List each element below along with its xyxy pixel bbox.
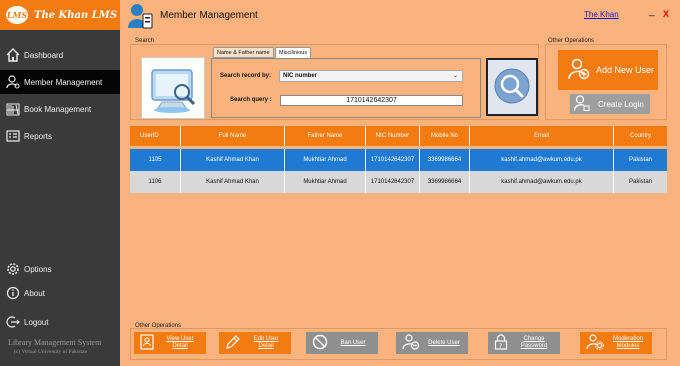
computer-search-illustration xyxy=(141,57,205,119)
member-management-icon xyxy=(128,2,154,30)
magnifier-icon xyxy=(492,66,532,108)
change-password-label-2: Password xyxy=(520,343,548,349)
logo-text: The Khan LMS xyxy=(34,9,118,21)
sidebar-item-label: Logout xyxy=(24,317,49,327)
ban-user-button[interactable]: Ban User xyxy=(306,332,378,354)
current-user-link[interactable]: The Khan xyxy=(584,10,619,19)
add-new-user-button[interactable]: Add New User xyxy=(558,50,658,90)
close-button[interactable]: X xyxy=(663,9,669,19)
moderation-label-2: Modules xyxy=(616,343,640,349)
view-user-label-2: Detail xyxy=(172,343,188,349)
column-header[interactable]: Father Name xyxy=(285,126,366,146)
logo-badge: LMS xyxy=(6,6,28,24)
sidebar: LMS The Khan LMS Dashboard Member Manage… xyxy=(0,0,120,366)
table-cell: Mukhtiar Ahmad xyxy=(285,149,366,171)
table-header: UserID Full Name Father Name NIC Number … xyxy=(130,126,667,146)
svg-text:?: ? xyxy=(499,343,502,350)
table-cell: 1105 xyxy=(130,149,181,171)
table-cell: Pakistan xyxy=(628,179,652,185)
sidebar-item-label: Book Management xyxy=(24,104,92,114)
table-cell: 3369986664 xyxy=(420,149,470,171)
minimize-button[interactable]: _ xyxy=(649,6,655,17)
sidebar-item-about[interactable]: About xyxy=(0,281,120,305)
view-user-label-1: View User xyxy=(166,336,194,342)
search-record-by-value: NIC number xyxy=(283,73,318,79)
add-new-user-label: Add New User xyxy=(596,65,655,75)
table-row[interactable]: 1106 Kashif Ahmad Khan Mukhtiar Ahmad 17… xyxy=(130,171,667,193)
sidebar-item-label: Member Management xyxy=(24,77,103,87)
search-record-by-label: Search record by: xyxy=(220,73,272,79)
table-cell: Kashif Ahmad Khan xyxy=(181,171,285,193)
lock-icon: ? xyxy=(494,334,508,352)
sidebar-item-reports[interactable]: Reports xyxy=(0,124,120,148)
sidebar-item-member-management[interactable]: Member Management xyxy=(0,70,120,94)
sidebar-item-label: Reports xyxy=(24,131,53,141)
column-header[interactable]: Full Name xyxy=(181,126,285,146)
edit-user-label-1: Edit User xyxy=(253,336,279,342)
table-cell: kashif.ahmad@awkum.edu.pk xyxy=(470,171,614,193)
sidebar-item-label: About xyxy=(24,288,45,298)
table-cell: Mukhtiar Ahmad xyxy=(285,171,366,193)
add-user-icon xyxy=(568,58,590,82)
column-header[interactable]: UserID xyxy=(130,126,181,146)
change-password-label-1: Change xyxy=(523,336,545,342)
user-lock-icon xyxy=(573,95,590,113)
chevron-down-icon: ⌄ xyxy=(452,73,458,79)
sidebar-item-book-management[interactable]: Book Management xyxy=(0,97,120,121)
sidebar-item-logout[interactable]: Logout xyxy=(0,310,120,334)
user-gear-icon xyxy=(6,75,20,89)
search-query-label: Search query : xyxy=(230,97,272,103)
bookshelf-icon xyxy=(6,102,20,116)
sidebar-item-label: Dashboard xyxy=(24,50,64,60)
search-button[interactable] xyxy=(486,58,538,116)
user-settings-icon xyxy=(586,334,604,352)
column-header[interactable]: Country xyxy=(614,126,667,146)
table-cell: 1710142642307 xyxy=(366,171,420,193)
ban-user-label: Ban User xyxy=(340,339,366,346)
app-logo: LMS The Khan LMS xyxy=(0,0,120,30)
sidebar-footer: Library Management System (c) Virtual Un… xyxy=(8,338,118,355)
moderation-modules-button[interactable]: Moderation Modules xyxy=(580,332,652,354)
table-cell: kashif.ahmad@awkum.edu.pk xyxy=(470,149,614,171)
edit-user-detail-button[interactable]: Edit User Detail xyxy=(219,332,291,354)
table-cell: Pakistan xyxy=(628,157,652,163)
edit-user-label-2: Detail xyxy=(258,343,274,349)
delete-user-label: Delete User xyxy=(428,339,460,346)
logout-icon xyxy=(6,315,20,329)
members-table: UserID Full Name Father Name NIC Number … xyxy=(130,126,667,193)
tab-name-father-name[interactable]: Name & Father name xyxy=(213,47,274,58)
search-record-by-select[interactable]: NIC number ⌄ xyxy=(279,70,463,82)
sidebar-item-dashboard[interactable]: Dashboard xyxy=(0,43,120,67)
column-header[interactable]: Email xyxy=(470,126,614,146)
footer-title: Library Management System xyxy=(8,338,102,347)
tab-miscellaneous[interactable]: Miscilinious xyxy=(275,47,312,58)
create-login-button[interactable]: Create Login xyxy=(570,94,650,114)
ban-icon xyxy=(312,334,328,352)
column-header[interactable]: Mobile No xyxy=(420,126,470,146)
table-cell: 1106 xyxy=(130,171,181,193)
footer-subtitle: (c) Virtual University of Pakistan xyxy=(14,349,88,355)
change-password-button[interactable]: ? Change Password xyxy=(488,332,560,354)
table-cell: 1710142642307 xyxy=(366,149,420,171)
view-user-detail-button[interactable]: View User Detail xyxy=(134,332,206,354)
page-title: Member Management xyxy=(160,10,258,21)
create-login-label: Create Login xyxy=(598,99,644,109)
moderation-label-1: Moderation xyxy=(612,336,644,342)
search-query-input[interactable]: 1710142642307 xyxy=(280,95,463,106)
table-cell: 3369986664 xyxy=(420,171,470,193)
gear-icon xyxy=(6,262,20,276)
info-icon xyxy=(6,286,20,300)
delete-user-icon xyxy=(402,334,420,352)
view-user-icon xyxy=(140,334,154,352)
pencil-icon xyxy=(225,334,241,352)
sidebar-item-options[interactable]: Options xyxy=(0,257,120,281)
report-icon xyxy=(6,129,20,143)
delete-user-button[interactable]: Delete User xyxy=(396,332,468,354)
table-row[interactable]: 1105 Kashif Ahmad Khan Mukhtiar Ahmad 17… xyxy=(130,149,667,171)
table-cell: Kashif Ahmad Khan xyxy=(181,149,285,171)
column-header[interactable]: NIC Number xyxy=(366,126,420,146)
sidebar-item-label: Options xyxy=(24,264,52,274)
home-icon xyxy=(6,48,20,62)
search-form xyxy=(211,58,481,118)
